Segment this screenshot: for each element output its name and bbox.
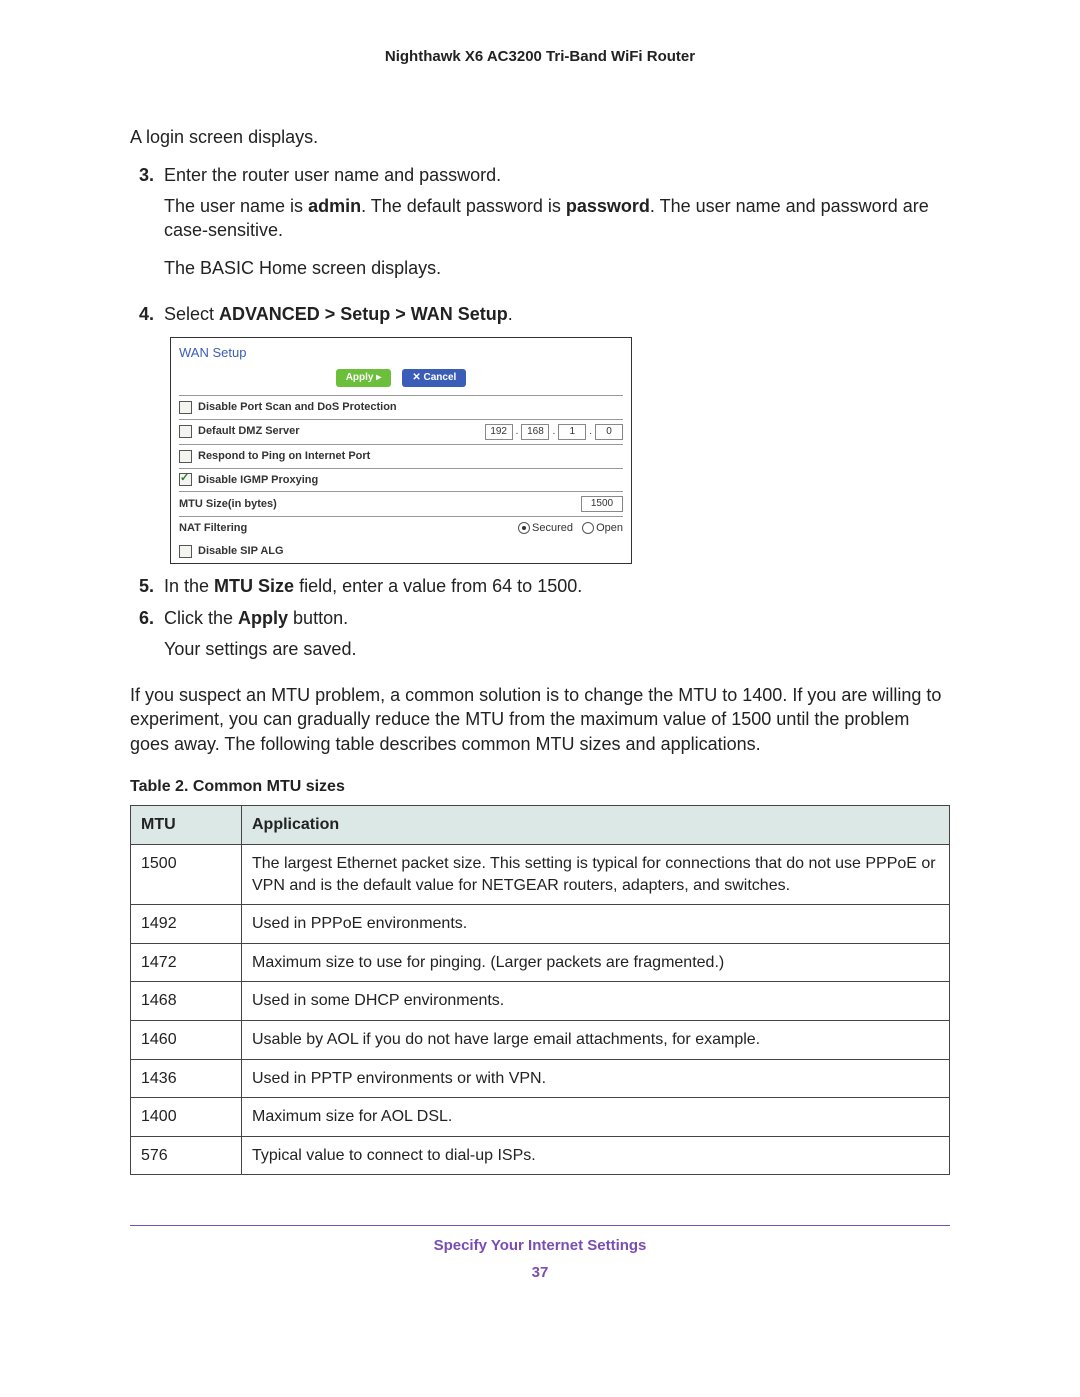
step-5-a: In the — [164, 576, 214, 596]
dmz-label: Default DMZ Server — [198, 424, 299, 439]
ping-checkbox[interactable] — [179, 450, 192, 463]
login-displays: A login screen displays. — [130, 125, 950, 149]
table-row: 1500The largest Ethernet packet size. Th… — [131, 845, 950, 905]
cell: 1460 — [131, 1020, 242, 1059]
wan-setup-screenshot: WAN Setup Apply ▸ ✕ Cancel Disable Port … — [170, 337, 632, 564]
step-6-sub: Your settings are saved. — [164, 637, 950, 661]
dmz-checkbox[interactable] — [179, 425, 192, 438]
mtu-paragraph: If you suspect an MTU problem, a common … — [130, 683, 950, 756]
cell: Typical value to connect to dial-up ISPs… — [242, 1136, 950, 1175]
cell: Used in some DHCP environments. — [242, 982, 950, 1021]
table-caption: Table 2. Common MTU sizes — [130, 776, 950, 798]
cell: 1468 — [131, 982, 242, 1021]
nat-filtering-label: NAT Filtering — [179, 521, 247, 536]
step-6-a: Click the — [164, 608, 238, 628]
table-row: 1472Maximum size to use for pinging. (La… — [131, 943, 950, 982]
cell: 1492 — [131, 905, 242, 944]
ip-octet-2[interactable]: 168 — [521, 424, 549, 440]
footer-section: Specify Your Internet Settings — [130, 1236, 950, 1256]
page-header: Nighthawk X6 AC3200 Tri-Band WiFi Router — [130, 48, 950, 65]
step-5-number: 5. — [130, 574, 154, 598]
table-row: 1492Used in PPPoE environments. — [131, 905, 950, 944]
apply-button[interactable]: Apply ▸ — [336, 369, 392, 387]
step-4-suffix: . — [508, 304, 513, 324]
step-4-number: 4. — [130, 302, 154, 326]
fig-title: WAN Setup — [171, 338, 631, 364]
step-6-number: 6. — [130, 606, 154, 675]
bold-admin: admin — [308, 196, 361, 216]
table-row: 576Typical value to connect to dial-up I… — [131, 1136, 950, 1175]
sip-checkbox[interactable] — [179, 545, 192, 558]
cell: Maximum size for AOL DSL. — [242, 1098, 950, 1137]
text: . The default password is — [361, 196, 566, 216]
step-4-prefix: Select — [164, 304, 219, 324]
text: The user name is — [164, 196, 308, 216]
th-application: Application — [242, 806, 950, 845]
sip-label: Disable SIP ALG — [198, 544, 284, 559]
step-4-path: ADVANCED > Setup > WAN Setup — [219, 304, 508, 324]
footer-rule — [130, 1225, 950, 1226]
nat-secured-label: Secured — [532, 522, 573, 534]
mtu-size-input[interactable]: 1500 — [581, 496, 623, 512]
step-3-line1: Enter the router user name and password. — [164, 163, 950, 187]
cell: 576 — [131, 1136, 242, 1175]
nat-secured-radio[interactable] — [518, 522, 530, 534]
cell: 1436 — [131, 1059, 242, 1098]
step-6-b: Apply — [238, 608, 288, 628]
ip-octet-1[interactable]: 192 — [485, 424, 513, 440]
cancel-button[interactable]: ✕ Cancel — [402, 369, 466, 387]
nat-open-label: Open — [596, 522, 623, 534]
mtu-table: MTU Application 1500The largest Ethernet… — [130, 805, 950, 1175]
portscan-label: Disable Port Scan and DoS Protection — [198, 400, 397, 415]
ip-octet-4[interactable]: 0 — [595, 424, 623, 440]
portscan-checkbox[interactable] — [179, 401, 192, 414]
step-3-number: 3. — [130, 163, 154, 294]
step-5-c: field, enter a value from 64 to 1500. — [294, 576, 582, 596]
step-3-line3: The BASIC Home screen displays. — [164, 256, 950, 280]
table-row: 1436Used in PPTP environments or with VP… — [131, 1059, 950, 1098]
step-5-b: MTU Size — [214, 576, 294, 596]
mtu-size-label: MTU Size(in bytes) — [179, 497, 277, 512]
bold-password: password — [566, 196, 650, 216]
cell: The largest Ethernet packet size. This s… — [242, 845, 950, 905]
cell: Usable by AOL if you do not have large e… — [242, 1020, 950, 1059]
dmz-ip[interactable]: 192. 168. 1. 0 — [485, 424, 623, 440]
cell: Maximum size to use for pinging. (Larger… — [242, 943, 950, 982]
table-row: 1468Used in some DHCP environments. — [131, 982, 950, 1021]
cell: 1500 — [131, 845, 242, 905]
cell: Used in PPTP environments or with VPN. — [242, 1059, 950, 1098]
cell: 1400 — [131, 1098, 242, 1137]
footer-page-number: 37 — [130, 1263, 950, 1283]
step-6-c: button. — [288, 608, 348, 628]
igmp-label: Disable IGMP Proxying — [198, 473, 318, 488]
nat-open-radio[interactable] — [582, 522, 594, 534]
cell: 1472 — [131, 943, 242, 982]
th-mtu: MTU — [131, 806, 242, 845]
table-row: 1460Usable by AOL if you do not have lar… — [131, 1020, 950, 1059]
step-3-line2: The user name is admin. The default pass… — [164, 194, 950, 243]
ip-octet-3[interactable]: 1 — [558, 424, 586, 440]
ping-label: Respond to Ping on Internet Port — [198, 449, 370, 464]
cell: Used in PPPoE environments. — [242, 905, 950, 944]
igmp-checkbox[interactable] — [179, 473, 192, 486]
table-row: 1400Maximum size for AOL DSL. — [131, 1098, 950, 1137]
